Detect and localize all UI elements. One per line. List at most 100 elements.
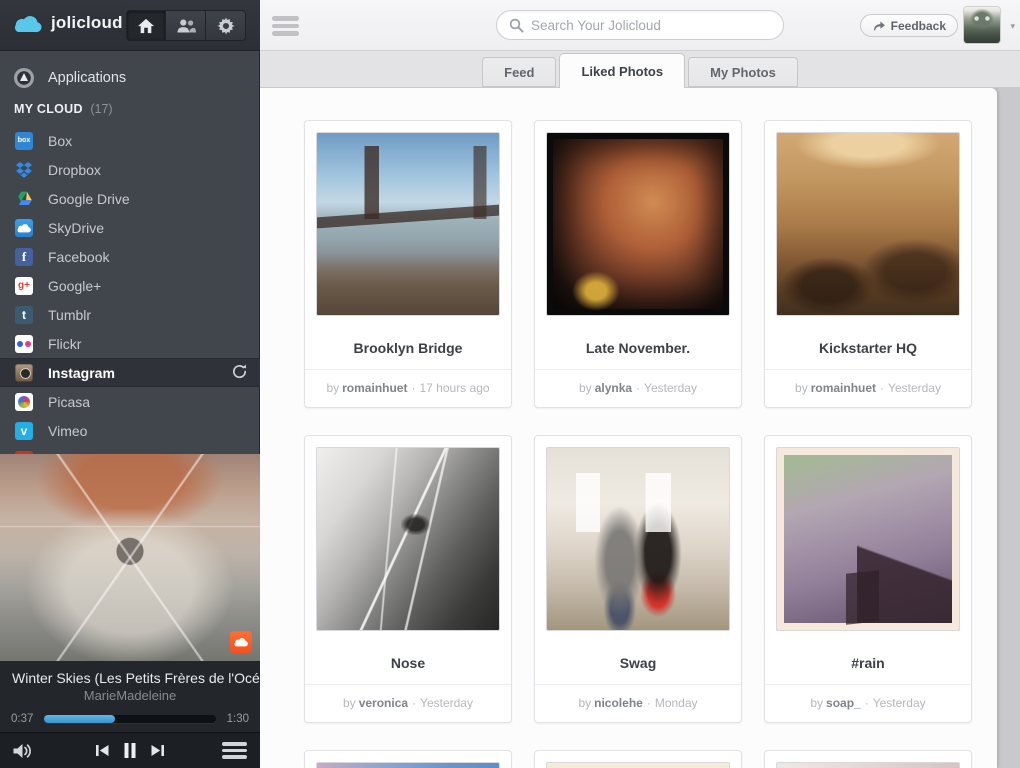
photo-late-november[interactable]	[546, 132, 730, 316]
pause-icon	[123, 742, 137, 759]
author-link[interactable]: romainhuet	[811, 381, 876, 395]
volume-button[interactable]	[12, 742, 33, 760]
track-title: Winter Skies (Les Petits Frères de l'Océ…	[0, 661, 260, 686]
photo-rain[interactable]	[776, 447, 960, 631]
playlist-button[interactable]	[222, 742, 247, 759]
gear-icon	[217, 17, 235, 35]
cloud-services-list: box Box Dropbox	[0, 126, 260, 474]
progress-row: 0:37 1:30	[0, 713, 260, 725]
settings-nav-button[interactable]	[206, 10, 246, 41]
facebook-icon: f	[15, 248, 33, 266]
picasa-icon	[15, 393, 33, 411]
flickr-icon	[15, 335, 33, 353]
photo-card[interactable]: Late November. byalynka·Yesterday	[534, 120, 742, 408]
menu-button[interactable]	[272, 16, 299, 36]
sidebar-header: jolicloud	[0, 0, 260, 51]
photo-nose[interactable]	[316, 447, 500, 631]
photo-card[interactable]: #rain bysoap_·Yesterday	[764, 435, 972, 723]
photo-partial-2[interactable]	[546, 762, 730, 768]
search-input[interactable]	[531, 18, 771, 33]
author-link[interactable]: romainhuet	[342, 381, 407, 395]
tab-my-photos[interactable]: My Photos	[688, 57, 798, 87]
previous-icon	[95, 743, 110, 758]
track-info-panel: Winter Skies (Les Petits Frères de l'Océ…	[0, 661, 260, 732]
author-link[interactable]: nicolehe	[594, 696, 643, 710]
pause-button[interactable]	[123, 742, 137, 759]
home-nav-button[interactable]	[126, 10, 166, 41]
timestamp: Yesterday	[888, 381, 941, 395]
brand-name: jolicloud	[51, 13, 123, 33]
sidebar-item-google-drive[interactable]: Google Drive	[0, 184, 260, 213]
seek-bar[interactable]	[44, 715, 216, 723]
users-nav-button[interactable]	[166, 10, 206, 41]
search-icon	[509, 18, 524, 33]
photo-card-partial[interactable]	[534, 750, 742, 768]
jolicloud-app: jolicloud	[0, 0, 1020, 768]
sidebar-item-skydrive[interactable]: SkyDrive	[0, 213, 260, 242]
tab-liked-photos[interactable]: Liked Photos	[559, 53, 685, 88]
user-avatar[interactable]	[964, 7, 1000, 43]
sidebar-item-instagram[interactable]: Instagram	[0, 358, 260, 387]
photo-partial-3[interactable]	[776, 762, 960, 768]
photo-swag[interactable]	[546, 447, 730, 631]
photo-title: Kickstarter HQ	[765, 327, 971, 370]
photo-title: Late November.	[535, 327, 741, 370]
author-link[interactable]: soap_	[826, 696, 861, 710]
sidebar-item-facebook[interactable]: f Facebook	[0, 242, 260, 271]
instagram-icon	[15, 364, 33, 382]
sidebar-item-applications[interactable]: Applications	[0, 62, 260, 94]
photo-card-partial[interactable]	[304, 750, 512, 768]
timestamp: Yesterday	[873, 696, 926, 710]
photo-title: Brooklyn Bridge	[305, 327, 511, 370]
feedback-button[interactable]: Feedback	[860, 14, 958, 37]
top-nav-group	[126, 10, 246, 41]
sidebar-item-dropbox[interactable]: Dropbox	[0, 155, 260, 184]
google-drive-icon	[15, 190, 33, 208]
next-track-button[interactable]	[150, 743, 165, 758]
player-controls	[0, 732, 260, 768]
author-link[interactable]: veronica	[359, 696, 408, 710]
photo-brooklyn-bridge[interactable]	[316, 132, 500, 316]
home-icon	[137, 18, 155, 34]
photo-byline: byromainhuet·17 hours ago	[305, 370, 511, 407]
timestamp: Monday	[655, 696, 698, 710]
photo-title: Swag	[535, 642, 741, 685]
timestamp: Yesterday	[644, 381, 697, 395]
applications-label: Applications	[48, 70, 126, 86]
photo-card[interactable]: Kickstarter HQ byromainhuet·Yesterday	[764, 120, 972, 408]
chevron-down-icon[interactable]: ▾	[1010, 21, 1015, 32]
photo-card[interactable]: Nose byveronica·Yesterday	[304, 435, 512, 723]
timestamp: Yesterday	[420, 696, 473, 710]
photo-byline: byveronica·Yesterday	[305, 685, 511, 722]
sidebar-item-box[interactable]: box Box	[0, 126, 260, 155]
music-player: Winter Skies (Les Petits Frères de l'Océ…	[0, 454, 260, 768]
photo-byline: bynicolehe·Monday	[535, 685, 741, 722]
photo-card-partial[interactable]	[764, 750, 972, 768]
sidebar-item-google-plus[interactable]: g+ Google+	[0, 271, 260, 300]
tab-feed[interactable]: Feed	[482, 57, 556, 87]
photo-card[interactable]: Brooklyn Bridge byromainhuet·17 hours ag…	[304, 120, 512, 408]
next-icon	[150, 743, 165, 758]
sidebar-item-picasa[interactable]: Picasa	[0, 387, 260, 416]
photo-byline: bysoap_·Yesterday	[765, 685, 971, 722]
sidebar-item-flickr[interactable]: Flickr	[0, 329, 260, 358]
soundcloud-icon[interactable]	[230, 631, 252, 653]
vimeo-icon: v	[15, 422, 33, 440]
photo-partial-1[interactable]	[316, 762, 500, 768]
photo-card[interactable]: Swag bynicolehe·Monday	[534, 435, 742, 723]
photo-title: Nose	[305, 642, 511, 685]
previous-track-button[interactable]	[95, 743, 110, 758]
album-art[interactable]	[0, 454, 260, 661]
search-box[interactable]	[496, 10, 784, 40]
my-cloud-label: MY CLOUD	[14, 102, 83, 116]
applications-icon	[14, 68, 34, 88]
skydrive-icon	[15, 219, 33, 237]
sync-refresh-icon[interactable]	[231, 363, 248, 385]
sidebar-item-vimeo[interactable]: v Vimeo	[0, 416, 260, 445]
tumblr-icon: t	[15, 306, 33, 324]
photo-kickstarter-hq[interactable]	[776, 132, 960, 316]
sidebar-item-tumblr[interactable]: t Tumblr	[0, 300, 260, 329]
total-time: 1:30	[227, 713, 249, 725]
brand-logo[interactable]: jolicloud	[13, 13, 123, 33]
author-link[interactable]: alynka	[595, 381, 632, 395]
